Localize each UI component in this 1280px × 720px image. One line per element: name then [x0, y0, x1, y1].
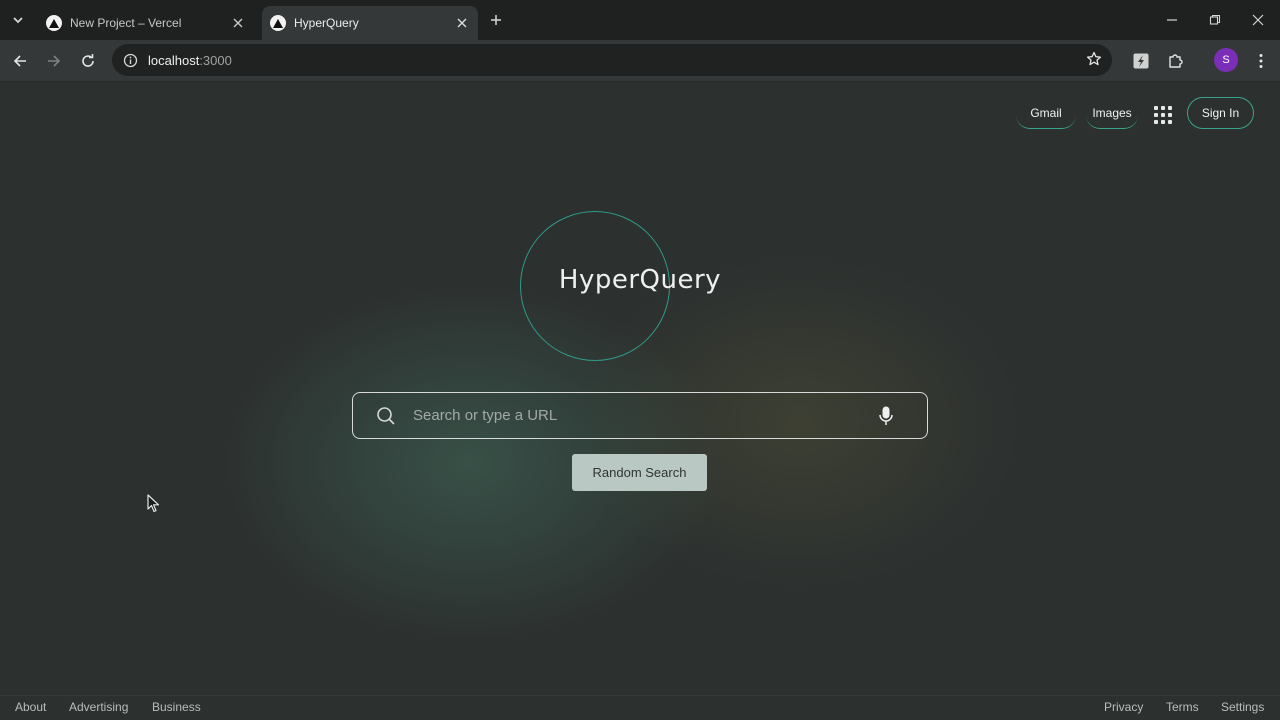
footer-advertising-link[interactable]: Advertising	[69, 700, 128, 714]
footer-about-link[interactable]: About	[15, 700, 46, 714]
search-input[interactable]	[413, 407, 877, 424]
footer-settings-link[interactable]: Settings	[1221, 700, 1264, 714]
close-window-button[interactable]	[1236, 0, 1280, 40]
tab-hyperquery[interactable]: HyperQuery	[262, 6, 478, 40]
plus-icon	[491, 15, 501, 25]
extension-bolt-icon	[1133, 53, 1149, 69]
profile-avatar[interactable]: S	[1214, 48, 1238, 72]
kebab-menu-icon	[1259, 54, 1263, 68]
logo-text: HyperQuery	[558, 265, 722, 295]
close-icon	[457, 18, 467, 28]
random-search-button[interactable]: Random Search	[572, 454, 707, 491]
forward-button[interactable]	[39, 46, 69, 76]
browser-toolbar: localhost:3000	[0, 40, 1280, 82]
hyperquery-page: Gmail Images Sign In HyperQuery Random S…	[0, 83, 1280, 720]
search-box[interactable]	[352, 392, 928, 439]
tab-title: New Project – Vercel	[70, 16, 182, 30]
microphone-icon[interactable]	[877, 405, 895, 427]
address-bar[interactable]: localhost:3000	[112, 44, 1112, 76]
search-icon	[375, 405, 397, 427]
footer-terms-link[interactable]: Terms	[1166, 700, 1199, 714]
minimize-icon	[1167, 19, 1177, 21]
reload-icon	[82, 54, 94, 67]
browser-menu-button[interactable]	[1249, 49, 1273, 73]
restore-button[interactable]	[1193, 0, 1237, 40]
new-tab-button[interactable]	[485, 9, 507, 31]
chevron-down-icon	[13, 17, 23, 24]
url-port: :3000	[199, 52, 232, 68]
footer-privacy-link[interactable]: Privacy	[1104, 700, 1143, 714]
minimize-button[interactable]	[1150, 0, 1194, 40]
close-icon	[1252, 14, 1264, 26]
reload-button[interactable]	[73, 46, 103, 76]
url-host: localhost	[148, 52, 200, 68]
tab-search-button[interactable]	[6, 8, 30, 32]
close-icon	[233, 18, 243, 28]
gmail-link[interactable]: Gmail	[1016, 97, 1076, 129]
puzzle-icon	[1169, 54, 1183, 68]
arrow-right-icon	[48, 55, 61, 67]
vercel-favicon-icon	[270, 15, 286, 31]
mouse-cursor-icon	[147, 494, 160, 513]
footer: About Advertising Business Privacy Terms…	[0, 695, 1280, 720]
close-tab-button[interactable]	[452, 13, 472, 33]
restore-icon	[1209, 14, 1221, 25]
back-button[interactable]	[5, 46, 35, 76]
apps-grid-icon[interactable]	[1151, 103, 1175, 127]
tab-new-project-vercel[interactable]: New Project – Vercel	[38, 6, 254, 40]
site-info-icon[interactable]	[122, 52, 138, 68]
extensions-menu-button[interactable]	[1164, 49, 1188, 73]
footer-business-link[interactable]: Business	[152, 700, 201, 714]
images-link[interactable]: Images	[1086, 97, 1138, 129]
sign-in-button[interactable]: Sign In	[1187, 97, 1254, 129]
arrow-left-icon	[13, 55, 26, 67]
close-tab-button[interactable]	[228, 13, 248, 33]
extension-button[interactable]	[1129, 49, 1153, 73]
vercel-favicon-icon	[46, 15, 62, 31]
tab-title: HyperQuery	[294, 16, 359, 30]
tab-strip: New Project – Vercel HyperQuery	[0, 0, 1280, 40]
bookmark-star-icon[interactable]	[1086, 51, 1102, 72]
